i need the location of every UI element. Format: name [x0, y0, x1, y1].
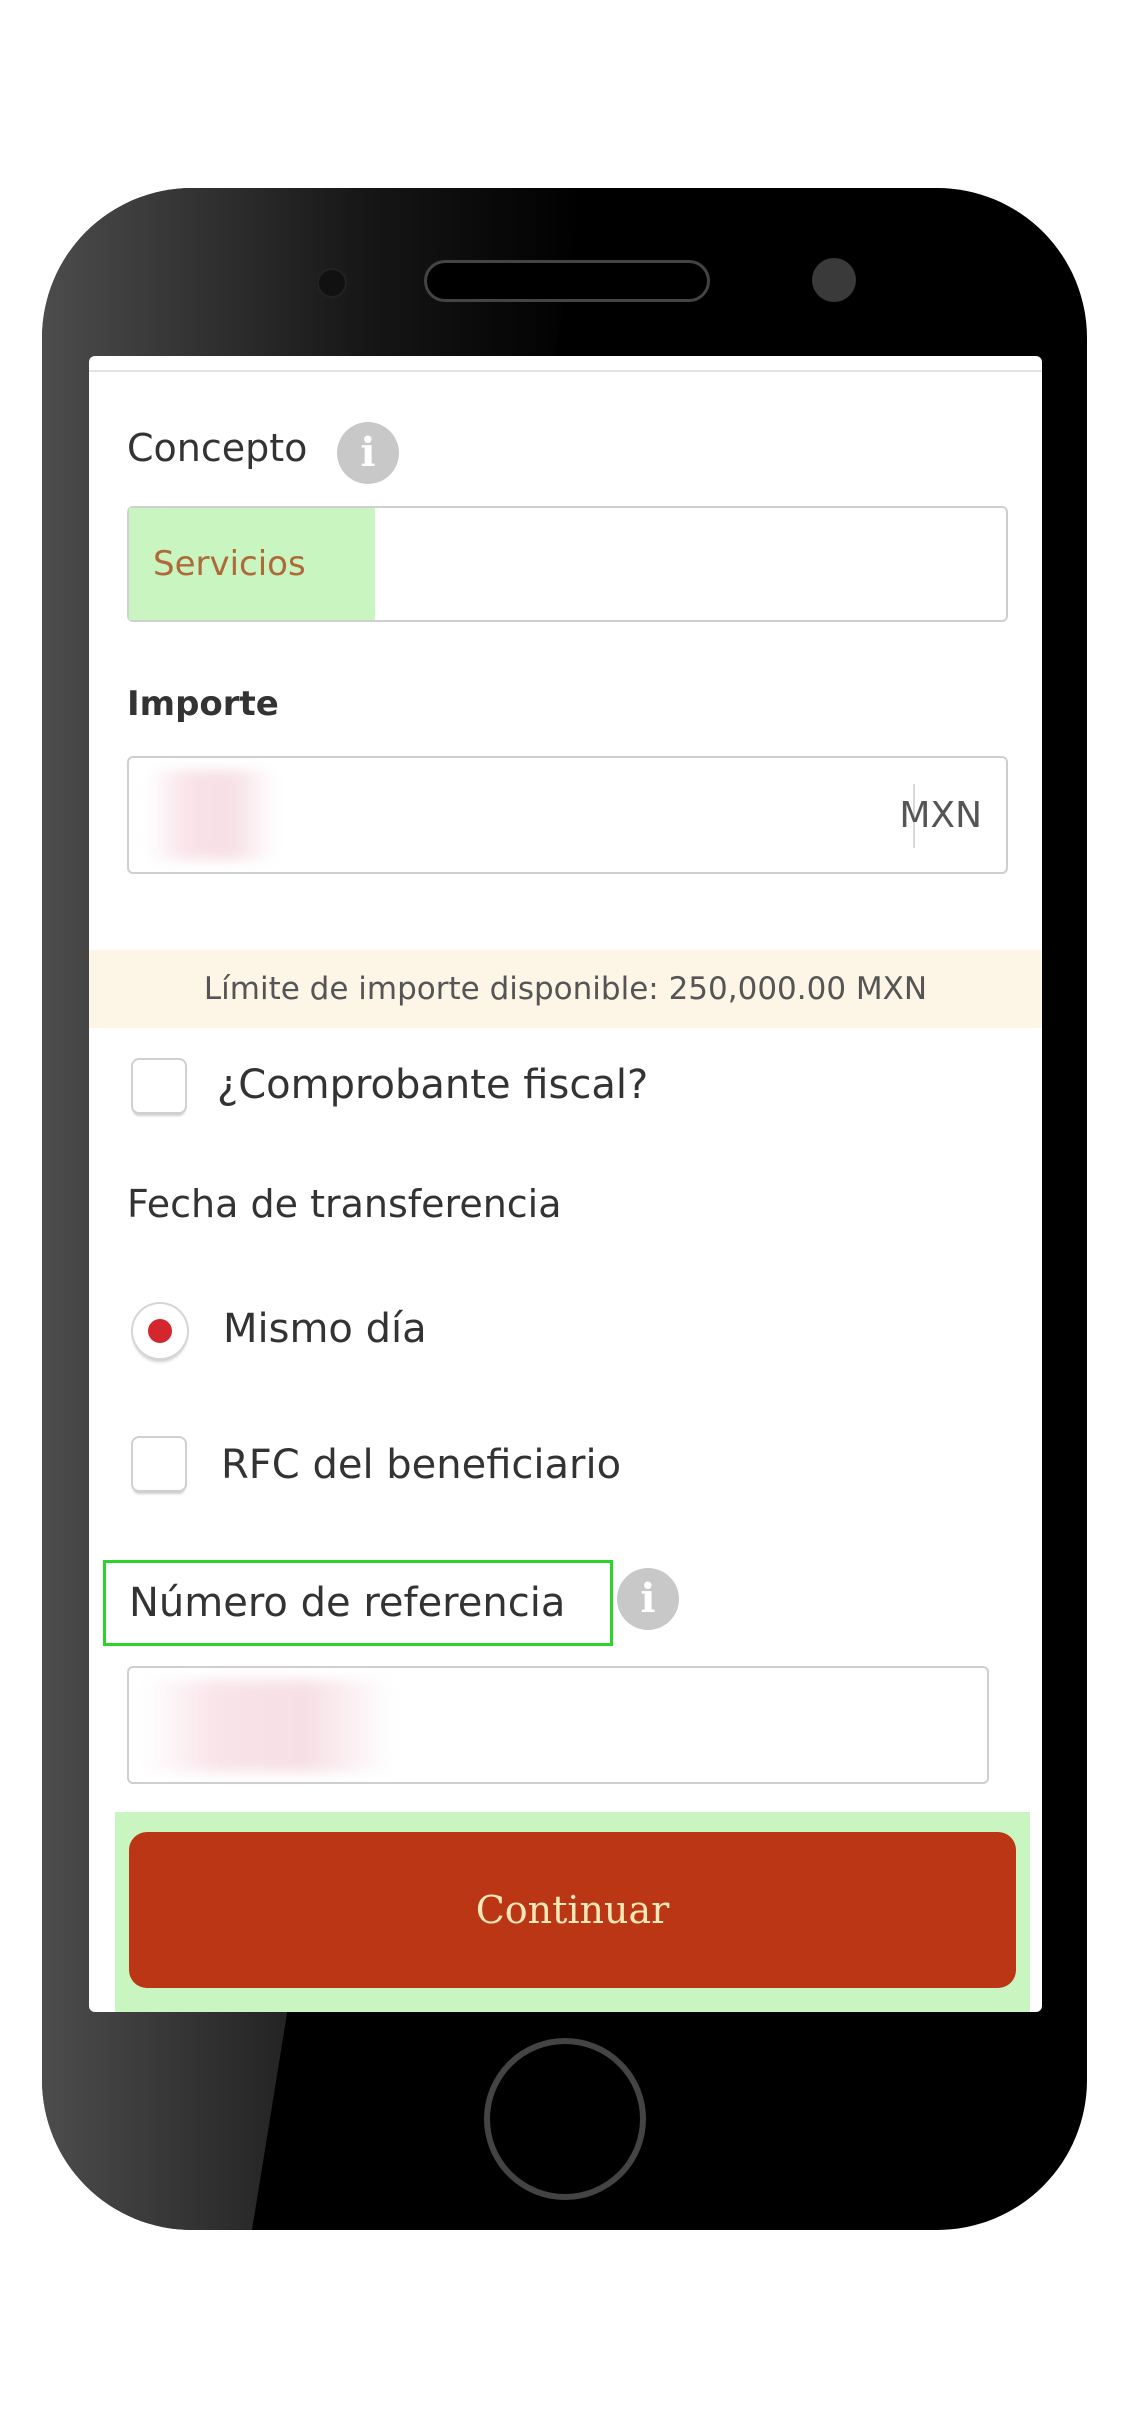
referencia-field[interactable] — [127, 1666, 989, 1784]
limit-info-bar: Límite de importe disponible: 250,000.00… — [89, 950, 1042, 1028]
redacted-reference — [143, 1680, 393, 1772]
radio-selected-dot — [148, 1319, 172, 1343]
importe-label: Importe — [127, 684, 279, 724]
referencia-label: Número de referencia — [129, 1580, 566, 1626]
comprobante-checkbox[interactable] — [131, 1058, 187, 1114]
redacted-amount — [147, 770, 277, 860]
stage: Concepto i Servicios Importe MXN Límite … — [0, 0, 1125, 2436]
info-icon[interactable]: i — [337, 422, 399, 484]
home-button[interactable] — [484, 2038, 646, 2200]
rfc-checkbox[interactable] — [131, 1436, 187, 1492]
info-icon[interactable]: i — [617, 1568, 679, 1630]
currency-label: MXN — [899, 795, 982, 836]
mismo-dia-label: Mismo día — [223, 1306, 427, 1352]
importe-field[interactable]: MXN — [127, 756, 1008, 874]
rfc-label: RFC del beneficiario — [221, 1442, 622, 1488]
screen: Concepto i Servicios Importe MXN Límite … — [89, 356, 1042, 2012]
screen-top-divider — [89, 356, 1042, 372]
comprobante-label: ¿Comprobante fiscal? — [217, 1062, 649, 1108]
proximity-sensor — [812, 258, 856, 302]
concepto-value: Servicios — [129, 508, 375, 620]
front-camera — [317, 268, 347, 298]
mismo-dia-radio[interactable] — [131, 1302, 189, 1360]
concepto-label: Concepto — [127, 426, 308, 470]
continue-highlight: Continuar — [115, 1812, 1030, 2012]
concepto-field[interactable]: Servicios — [127, 506, 1008, 622]
fecha-label: Fecha de transferencia — [127, 1182, 562, 1226]
continue-button[interactable]: Continuar — [129, 1832, 1016, 1988]
speaker-grille — [424, 260, 710, 302]
